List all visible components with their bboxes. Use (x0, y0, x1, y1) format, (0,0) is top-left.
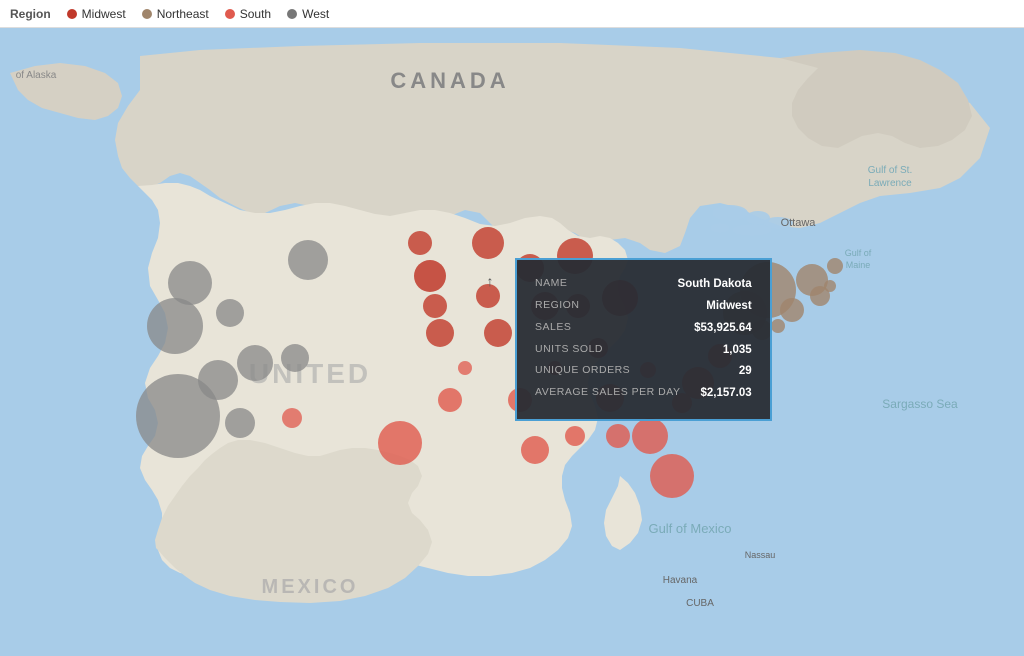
tooltip-name-label: NAME (535, 274, 567, 296)
tooltip-units-value: 1,035 (723, 340, 752, 362)
bubble-me-northeast[interactable] (827, 258, 843, 274)
tooltip: NAME South Dakota REGION Midwest SALES $… (515, 258, 772, 421)
bubble-louisiana-south[interactable] (521, 436, 549, 464)
legend-south-label: South (240, 7, 271, 21)
bubble-mississippi-south[interactable] (565, 426, 585, 446)
tooltip-sales-label: SALES (535, 318, 571, 340)
tooltip-orders-label: UNIQUE ORDERS (535, 361, 630, 383)
bubble-minnesota-midwest[interactable] (472, 227, 504, 259)
mexico-label: MEXICO (262, 576, 359, 598)
tooltip-orders-row: UNIQUE ORDERS 29 (535, 361, 752, 383)
alaska-label: of Alaska (16, 70, 57, 81)
tooltip-name-row: NAME South Dakota (535, 274, 752, 296)
legend-title: Region (10, 7, 51, 21)
west-dot (287, 9, 297, 19)
tooltip-region-value: Midwest (706, 296, 751, 318)
map-container: Region Midwest Northeast South West (0, 0, 1024, 656)
cursor-indicator: ↑ (487, 273, 494, 289)
gulf-st-lawrence-label: Gulf of St. (868, 165, 912, 176)
legend-bar: Region Midwest Northeast South West (0, 0, 1024, 28)
tooltip-region-row: REGION Midwest (535, 296, 752, 318)
bubble-nevada-west[interactable] (198, 360, 238, 400)
bubble-de-northeast[interactable] (771, 319, 785, 333)
bubble-nj-northeast[interactable] (780, 298, 804, 322)
tooltip-name-value: South Dakota (678, 274, 752, 296)
tooltip-avg-row: AVERAGE SALES PER DAY $2,157.03 (535, 383, 752, 405)
bubble-small1[interactable] (458, 361, 472, 375)
bubble-south-dakota-midwest[interactable] (414, 260, 446, 292)
bubble-colorado-west[interactable] (281, 344, 309, 372)
bubble-arizona-west[interactable] (225, 408, 255, 438)
map-svg: CANADA UNITED MEXICO of Alaska Gulf of M… (0, 28, 1024, 656)
ottawa-label: Ottawa (781, 217, 817, 229)
legend-midwest: Midwest (67, 7, 126, 21)
tooltip-region-label: REGION (535, 296, 579, 318)
south-dot (225, 9, 235, 19)
bubble-oklahoma-south[interactable] (438, 388, 462, 412)
bubble-nm-south[interactable] (282, 408, 302, 428)
midwest-dot (67, 9, 77, 19)
nassau-label: Nassau (745, 550, 776, 560)
bubble-texas-south[interactable] (378, 421, 422, 465)
bubble-kansas-midwest[interactable] (426, 319, 454, 347)
bubble-alabama-south[interactable] (606, 424, 630, 448)
bubble-oregon-west[interactable] (147, 298, 203, 354)
bubble-idaho-west[interactable] (216, 299, 244, 327)
bubble-utah-west[interactable] (237, 345, 273, 381)
tooltip-avg-value: $2,157.03 (701, 383, 752, 405)
northeast-dot (142, 9, 152, 19)
gulf-maine-label2: Maine (846, 260, 871, 270)
legend-south: South (225, 7, 271, 21)
tooltip-units-label: UNITS SOLD (535, 340, 603, 362)
sargasso-label: Sargasso Sea (882, 397, 958, 411)
legend-west-label: West (302, 7, 329, 21)
legend-northeast-label: Northeast (157, 7, 209, 21)
tooltip-avg-label: AVERAGE SALES PER DAY (535, 383, 681, 405)
tooltip-sales-row: SALES $53,925.64 (535, 318, 752, 340)
gulf-mexico-label: Gulf of Mexico (648, 521, 731, 536)
legend-west: West (287, 7, 329, 21)
bubble-montana-west[interactable] (288, 240, 328, 280)
bubble-florida-south[interactable] (650, 454, 694, 498)
gulf-st-lawrence-label2: Lawrence (868, 178, 912, 189)
gulf-maine-label: Gulf of (845, 248, 872, 258)
legend-northeast: Northeast (142, 7, 209, 21)
bubble-nebraska-midwest[interactable] (423, 294, 447, 318)
tooltip-units-row: UNITS SOLD 1,035 (535, 340, 752, 362)
bubble-ri-northeast[interactable] (824, 280, 836, 292)
legend-midwest-label: Midwest (82, 7, 126, 21)
bubble-missouri-midwest[interactable] (484, 319, 512, 347)
canada-label: CANADA (390, 68, 509, 93)
bubble-washington-west[interactable] (168, 261, 212, 305)
havana-label: Havana (663, 575, 698, 586)
cuba-label: CUBA (686, 598, 714, 609)
tooltip-orders-value: 29 (739, 361, 752, 383)
tooltip-sales-value: $53,925.64 (694, 318, 752, 340)
bubble-north-dakota-midwest[interactable] (408, 231, 432, 255)
bubble-georgia-south[interactable] (632, 418, 668, 454)
